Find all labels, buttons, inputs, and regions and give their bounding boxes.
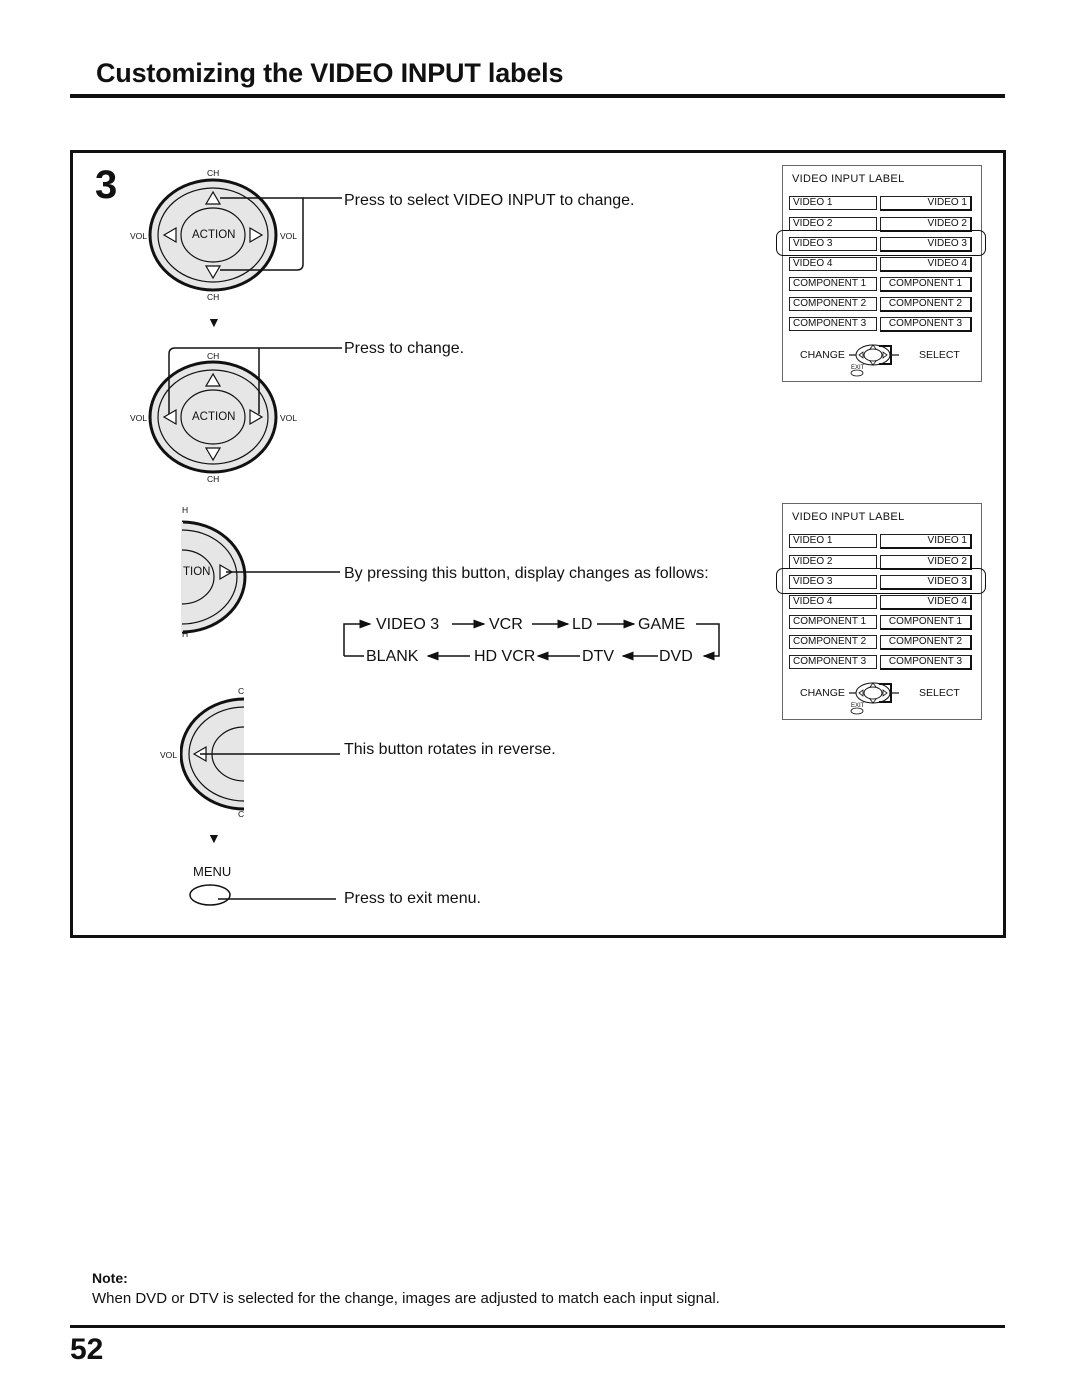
osd-row[interactable]: COMPONENT 1 COMPONENT 1 — [789, 615, 973, 630]
osd-label-value: VIDEO 4 — [880, 257, 972, 272]
ch-label-bottom-partial: H — [182, 629, 189, 639]
osd-input: COMPONENT 3 — [789, 655, 877, 669]
menu-button-shape[interactable] — [189, 884, 231, 906]
remote-pad-updown — [148, 178, 342, 292]
cycle-item: DTV — [582, 648, 614, 665]
osd-title: VIDEO INPUT LABEL — [792, 173, 905, 185]
cycle-item: DVD — [659, 648, 693, 665]
action-label: ACTION — [192, 411, 236, 423]
osd-row[interactable]: COMPONENT 2 COMPONENT 2 — [789, 635, 973, 650]
instruction-cycle: By pressing this button, display changes… — [344, 565, 709, 582]
instruction-exit: Press to exit menu. — [344, 890, 481, 907]
step-number: 3 — [95, 163, 118, 207]
note-text: When DVD or DTV is selected for the chan… — [92, 1290, 720, 1307]
cycle-item: LD — [572, 616, 593, 633]
osd-row[interactable]: COMPONENT 1 COMPONENT 1 — [789, 277, 973, 292]
osd-label-value: COMPONENT 1 — [880, 277, 972, 292]
menu-button[interactable] — [186, 880, 336, 910]
title-divider — [70, 94, 1005, 98]
osd-change-label: CHANGE — [800, 687, 845, 699]
osd-row[interactable]: COMPONENT 3 COMPONENT 3 — [789, 655, 973, 670]
osd-input: COMPONENT 3 — [789, 317, 877, 331]
osd-input: COMPONENT 2 — [789, 635, 877, 649]
page-number: 52 — [70, 1333, 104, 1366]
osd-row[interactable]: VIDEO 1 VIDEO 1 — [789, 534, 973, 549]
osd-label-value: COMPONENT 3 — [880, 655, 972, 670]
osd-panel-2: VIDEO INPUT LABEL VIDEO 1 VIDEO 1 VIDEO 2… — [782, 503, 982, 720]
osd-pad-icon — [849, 344, 899, 377]
osd-label-value: VIDEO 1 — [880, 196, 972, 211]
osd-exit-label: EXIT — [851, 703, 865, 709]
osd-select-label: SELECT — [919, 349, 960, 361]
ch-label-top-partial: C — [238, 686, 245, 696]
osd-label-value: VIDEO 4 — [880, 595, 972, 610]
osd-row[interactable]: COMPONENT 3 COMPONENT 3 — [789, 317, 973, 332]
osd-panel-1: VIDEO INPUT LABEL VIDEO 1 VIDEO 1 VIDEO 2… — [782, 165, 982, 382]
osd-input: VIDEO 4 — [789, 257, 877, 271]
remote-pad-left-partial — [180, 697, 340, 811]
osd-row[interactable]: VIDEO 1 VIDEO 1 — [789, 196, 973, 211]
osd-input: VIDEO 1 — [789, 534, 877, 548]
vol-label-right: VOL — [280, 231, 298, 241]
osd-row[interactable]: VIDEO 4 VIDEO 4 — [789, 257, 973, 272]
osd-exit-label: EXIT — [851, 365, 865, 371]
instruction-reverse: This button rotates in reverse. — [344, 741, 556, 758]
osd-input: COMPONENT 1 — [789, 615, 877, 629]
action-label-partial: TION — [183, 566, 211, 578]
cycle-item: VCR — [489, 616, 523, 633]
ch-label-top-partial: H — [182, 505, 189, 515]
osd-selection-highlight — [776, 230, 986, 256]
osd-label-value: COMPONENT 2 — [880, 297, 972, 312]
osd-pad-icon — [849, 682, 899, 715]
osd-input: VIDEO 2 — [789, 555, 877, 569]
osd-label-value: COMPONENT 1 — [880, 615, 972, 630]
remote-pad-leftright — [148, 347, 342, 474]
osd-select-label: SELECT — [919, 687, 960, 699]
ch-label-top: CH — [207, 351, 220, 361]
osd-label-value: COMPONENT 2 — [880, 635, 972, 650]
ch-label-bottom-partial: C — [238, 809, 245, 819]
down-arrow-icon: ▼ — [207, 314, 221, 330]
osd-selection-highlight — [776, 568, 986, 594]
osd-label-value: COMPONENT 3 — [880, 317, 972, 332]
osd-row[interactable]: VIDEO 4 VIDEO 4 — [789, 595, 973, 610]
osd-title: VIDEO INPUT LABEL — [792, 511, 905, 523]
vol-label-left: VOL — [130, 231, 148, 241]
osd-input: COMPONENT 1 — [789, 277, 877, 291]
note-label: Note: — [92, 1270, 128, 1286]
osd-input: COMPONENT 2 — [789, 297, 877, 311]
osd-input: VIDEO 2 — [789, 217, 877, 231]
ch-label-top: CH — [207, 168, 220, 178]
cycle-item: BLANK — [366, 648, 419, 665]
osd-row[interactable]: COMPONENT 2 COMPONENT 2 — [789, 297, 973, 312]
osd-input: VIDEO 4 — [789, 595, 877, 609]
osd-row[interactable]: VIDEO 2 VIDEO 2 — [789, 555, 973, 570]
osd-change-label: CHANGE — [800, 349, 845, 361]
page-title: Customizing the VIDEO INPUT labels — [96, 58, 564, 88]
osd-input: VIDEO 1 — [789, 196, 877, 210]
vol-label-right: VOL — [280, 413, 298, 423]
cycle-item: HD VCR — [474, 648, 536, 665]
osd-row[interactable]: VIDEO 2 VIDEO 2 — [789, 217, 973, 232]
instruction-select: Press to select VIDEO INPUT to change. — [344, 192, 635, 209]
instruction-change: Press to change. — [344, 340, 465, 357]
menu-label: MENU — [193, 864, 232, 879]
ch-label-bottom: CH — [207, 292, 220, 302]
vol-label-left: VOL — [160, 750, 178, 760]
action-label: ACTION — [192, 229, 236, 241]
down-arrow-icon: ▼ — [207, 830, 221, 846]
cycle-item: VIDEO 3 — [376, 616, 440, 633]
footer-divider — [70, 1325, 1005, 1328]
osd-label-value: VIDEO 1 — [880, 534, 972, 549]
ch-label-bottom: CH — [207, 474, 220, 484]
vol-label-left: VOL — [130, 413, 148, 423]
cycle-item: GAME — [638, 616, 686, 633]
